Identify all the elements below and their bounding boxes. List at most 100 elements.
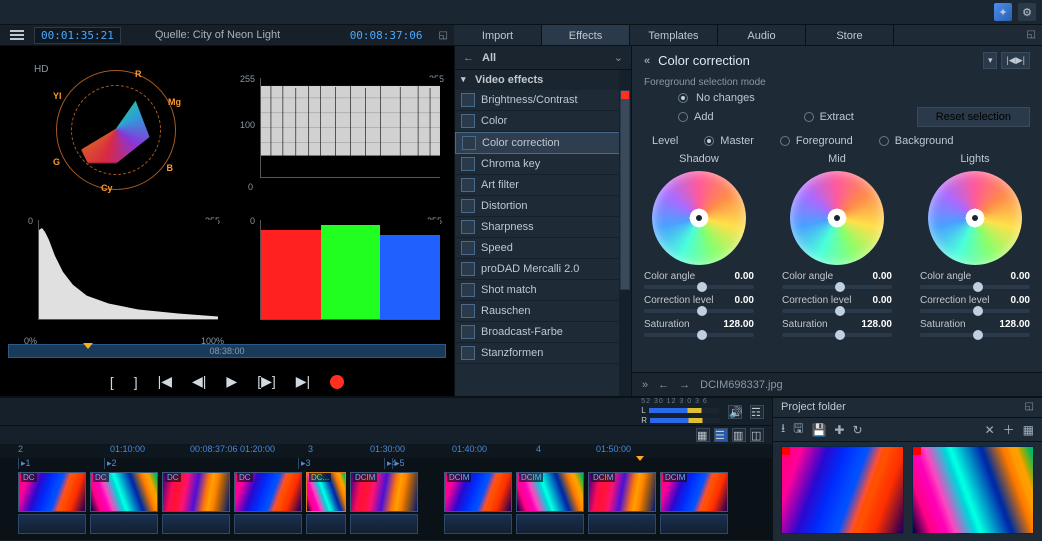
effect-item[interactable]: Stanzformen [455, 343, 631, 364]
audio-clip[interactable] [588, 514, 656, 534]
goto-start-button[interactable]: |◀ [158, 373, 172, 390]
project-thumbnail[interactable] [912, 446, 1035, 534]
audio-clip[interactable] [234, 514, 302, 534]
path-back-icon[interactable]: ← [658, 379, 669, 391]
collapse-icon[interactable]: « [644, 55, 650, 67]
chevron-down-icon[interactable]: ⌄ [614, 51, 623, 64]
speaker-icon[interactable]: 🔊 [728, 405, 742, 419]
play-range-button[interactable]: [▶] [257, 373, 276, 390]
view-list-icon[interactable]: ☰ [714, 428, 728, 442]
effect-item[interactable]: Color correction [455, 132, 631, 154]
browser-filter-label[interactable]: All [482, 52, 614, 64]
menu-icon[interactable] [10, 30, 24, 40]
level-radio-fg[interactable] [780, 136, 790, 146]
color-wheel[interactable] [928, 171, 1022, 265]
correction-value[interactable]: 0.00 [873, 295, 892, 306]
save-icon[interactable]: 💾 [811, 423, 826, 437]
audio-clip[interactable] [444, 514, 512, 534]
record-button[interactable] [330, 375, 344, 389]
mode-radio-add[interactable] [678, 112, 688, 122]
magic-wand-icon[interactable]: ✦ [994, 3, 1012, 21]
close-icon[interactable]: ✕ [985, 423, 995, 437]
saturation-slider[interactable] [644, 333, 754, 337]
effect-item[interactable]: Shot match [455, 280, 631, 301]
path-fwd-icon[interactable]: → [679, 379, 690, 391]
import-icon[interactable]: ⭳ [781, 419, 785, 440]
effect-item[interactable]: Color [455, 111, 631, 132]
timeline-clip[interactable]: DCIM [444, 472, 512, 512]
settings-gear-icon[interactable]: ⚙ [1018, 3, 1036, 21]
timeline-marker-icon[interactable] [636, 456, 644, 461]
color-angle-value[interactable]: 0.00 [873, 271, 892, 282]
timeline-clip[interactable]: DC [234, 472, 302, 512]
play-button[interactable]: ▶ [226, 373, 237, 390]
timeline-clip[interactable]: DC [90, 472, 158, 512]
timeline-clip[interactable]: DC [18, 472, 86, 512]
path-up-icon[interactable]: » [642, 379, 648, 391]
timeline-clip[interactable]: DC... [306, 472, 346, 512]
scrollbar[interactable] [619, 70, 631, 396]
prev-frame-button[interactable]: ◀| [192, 373, 206, 390]
skip-start-button[interactable]: |◀▶| [1001, 52, 1030, 69]
plus-icon[interactable]: ＋ [1003, 421, 1015, 438]
timecode-in[interactable]: 00:01:35:21 [34, 27, 121, 44]
project-popout-icon[interactable]: ◱ [1025, 401, 1034, 414]
level-radio-bg[interactable] [879, 136, 889, 146]
folder-icon[interactable]: 🖫 [793, 419, 803, 440]
timeline-clip[interactable]: DCIM [588, 472, 656, 512]
color-angle-value[interactable]: 0.00 [1011, 271, 1030, 282]
audio-clip[interactable] [350, 514, 418, 534]
saturation-slider[interactable] [782, 333, 892, 337]
saturation-value[interactable]: 128.00 [723, 319, 754, 330]
audio-clip[interactable] [162, 514, 230, 534]
view-grid-icon[interactable]: ▦ [696, 428, 710, 442]
track-head[interactable]: ▸3 [298, 458, 311, 469]
timeline-clip[interactable]: DC [162, 472, 230, 512]
effect-item[interactable]: Distortion [455, 196, 631, 217]
color-angle-slider[interactable] [644, 285, 754, 289]
track-head[interactable]: ▸1 [18, 458, 31, 469]
timeline-clip[interactable]: DCIM [516, 472, 584, 512]
track-head[interactable]: ▸5 [392, 458, 405, 469]
tab-effects[interactable]: Effects [542, 25, 630, 45]
timeline-tracks[interactable]: ▸1▸2▸3▸4▸5DCDCDCDCDC...DCIMDCIMDCIMDCIMD… [0, 458, 772, 540]
scrollbar-thumb[interactable] [620, 90, 630, 290]
back-arrow-icon[interactable]: ← [463, 52, 474, 64]
effect-item[interactable]: proDAD Mercalli 2.0 [455, 259, 631, 280]
effect-item[interactable]: Art filter [455, 175, 631, 196]
goto-end-button[interactable]: ▶| [296, 373, 310, 390]
project-thumbnail[interactable] [781, 446, 904, 534]
mixer-icon[interactable]: ☶ [750, 405, 764, 419]
preset-dropdown[interactable]: ▾ [983, 52, 998, 69]
mark-in-button[interactable]: [ [110, 374, 114, 390]
color-angle-value[interactable]: 0.00 [735, 271, 754, 282]
color-wheel[interactable] [790, 171, 884, 265]
correction-slider[interactable] [644, 309, 754, 313]
saturation-slider[interactable] [920, 333, 1030, 337]
color-angle-slider[interactable] [920, 285, 1030, 289]
view-thumb-icon[interactable]: ▥ [732, 428, 746, 442]
refresh-icon[interactable]: ↻ [852, 423, 862, 437]
correction-slider[interactable] [782, 309, 892, 313]
effect-item[interactable]: Sharpness [455, 217, 631, 238]
correction-value[interactable]: 0.00 [735, 295, 754, 306]
timeline-ruler[interactable]: 00:08:37:06201:10:0001:20:00301:30:0001:… [0, 444, 772, 458]
audio-clip[interactable] [516, 514, 584, 534]
reset-selection-button[interactable]: Reset selection [917, 107, 1030, 127]
grid-icon[interactable]: ▦ [1023, 423, 1034, 437]
effect-item[interactable]: Speed [455, 238, 631, 259]
level-radio-master[interactable] [704, 136, 714, 146]
effect-item[interactable]: Rauschen [455, 301, 631, 322]
timeline-clip[interactable]: DCIM [660, 472, 728, 512]
audio-clip[interactable] [18, 514, 86, 534]
effect-item[interactable]: Brightness/Contrast [455, 90, 631, 111]
track-head[interactable]: ▸2 [104, 458, 117, 469]
tab-store[interactable]: Store [806, 25, 894, 45]
mark-out-button[interactable]: ] [134, 374, 138, 390]
color-angle-slider[interactable] [782, 285, 892, 289]
effect-item[interactable]: Broadcast-Farbe [455, 322, 631, 343]
effect-item[interactable]: Chroma key [455, 154, 631, 175]
tab-import[interactable]: Import [454, 25, 542, 45]
view-detail-icon[interactable]: ◫ [750, 428, 764, 442]
tab-audio[interactable]: Audio [718, 25, 806, 45]
